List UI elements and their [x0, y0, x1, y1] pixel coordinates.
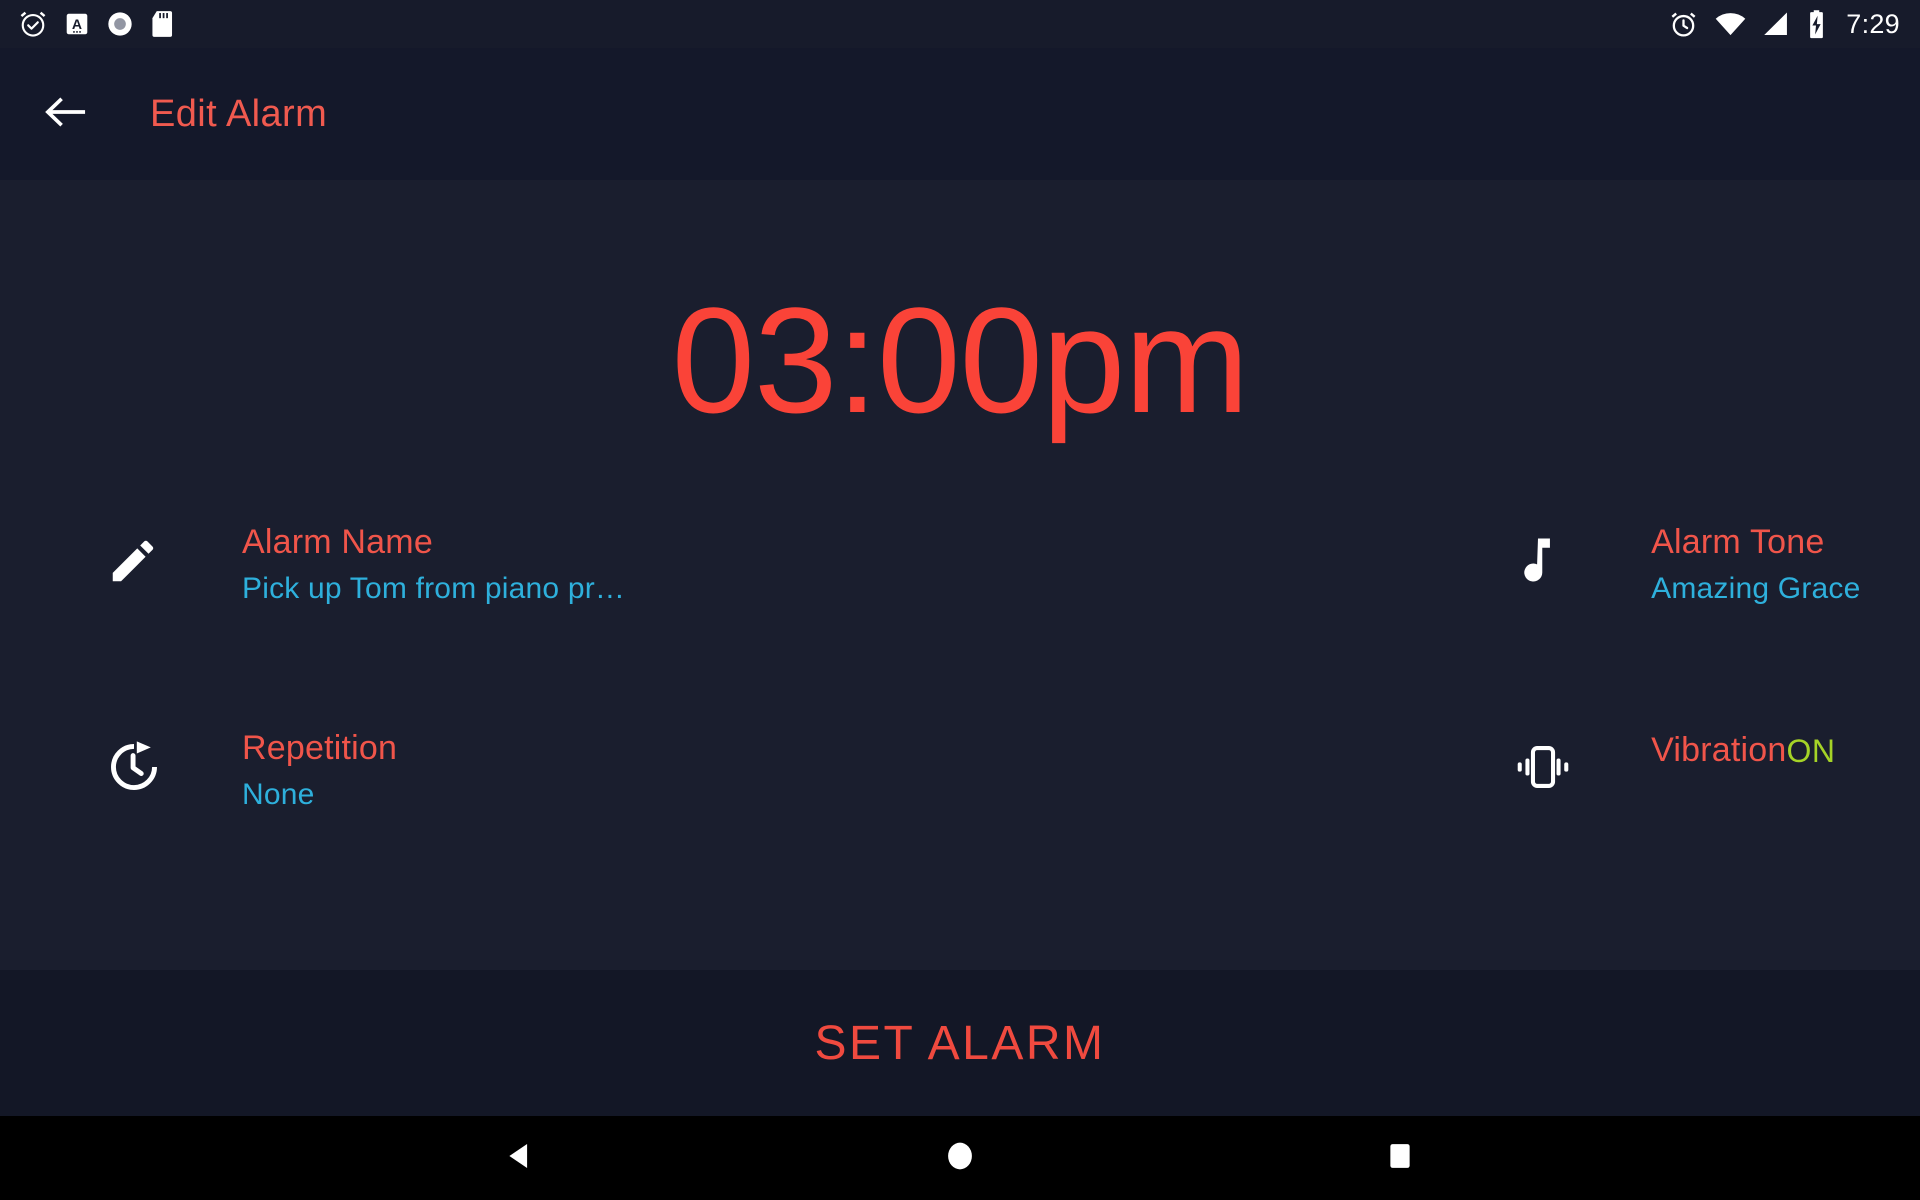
music-note-icon — [1515, 529, 1571, 593]
vibration-icon — [1515, 735, 1571, 799]
repeat-clock-icon — [106, 735, 162, 799]
status-bar-left-icons: A — [18, 9, 190, 39]
alarm-icon — [1669, 10, 1698, 39]
triangle-back-icon — [503, 1139, 537, 1178]
vibration-state-badge[interactable]: ON — [1787, 733, 1836, 770]
option-title: Vibration — [1651, 730, 1787, 769]
option-title: Alarm Tone — [1651, 523, 1825, 561]
option-title: Alarm Name — [242, 523, 433, 561]
option-value: Amazing Grace — [1651, 572, 1861, 606]
svg-text:A: A — [72, 16, 82, 32]
edit-alarm-screen: A 7:29 Edit Alarm 03:00pm Alarm Name Pic… — [0, 0, 1920, 1200]
nav-back-button[interactable] — [485, 1123, 555, 1193]
option-row-alarm-tone[interactable]: Alarm Tone Amazing Grace — [625, 507, 1920, 623]
toolbar: Edit Alarm — [0, 48, 1920, 180]
set-alarm-label: SET ALARM — [814, 1016, 1106, 1070]
option-value: Pick up Tom from piano pr… — [242, 572, 626, 606]
option-text-repetition: Repetition None — [242, 729, 625, 813]
sd-card-icon — [150, 10, 174, 38]
battery-charging-icon — [1807, 9, 1826, 39]
wifi-icon — [1715, 11, 1746, 37]
nav-home-button[interactable] — [925, 1123, 995, 1193]
arrow-left-icon — [44, 94, 88, 135]
status-bar-clock: 7:29 — [1846, 8, 1900, 39]
content-area: 03:00pm Alarm Name Pick up Tom from pian… — [0, 180, 1920, 970]
system-navigation-bar — [0, 1116, 1920, 1200]
circle-home-icon — [943, 1139, 977, 1178]
option-row-repetition[interactable]: Repetition None — [0, 713, 625, 829]
option-text-vibration: Vibration ON — [1651, 729, 1920, 770]
page-title: Edit Alarm — [150, 92, 328, 135]
back-button[interactable] — [38, 86, 94, 142]
nav-recents-button[interactable] — [1365, 1123, 1435, 1193]
set-alarm-button[interactable]: SET ALARM — [0, 970, 1920, 1116]
option-text-alarm-tone: Alarm Tone Amazing Grace — [1651, 523, 1920, 607]
alarm-time-display[interactable]: 03:00pm — [0, 285, 1920, 435]
alarm-set-icon — [18, 9, 48, 39]
option-title: Repetition — [242, 728, 398, 767]
cellular-signal-icon — [1763, 11, 1790, 37]
option-row-alarm-name[interactable]: Alarm Name Pick up Tom from piano pr… — [0, 507, 625, 623]
keyboard-icon: A — [64, 11, 90, 37]
alarm-options-grid: Alarm Name Pick up Tom from piano pr… Al… — [0, 507, 1920, 828]
option-value: None — [242, 777, 315, 811]
pencil-icon — [106, 529, 162, 593]
option-row-vibration[interactable]: Vibration ON — [625, 713, 1920, 829]
record-circle-icon — [106, 10, 134, 38]
square-recents-icon — [1383, 1139, 1417, 1178]
status-bar-right-icons: 7:29 — [1652, 9, 1900, 40]
status-bar: A 7:29 — [0, 0, 1920, 48]
option-text-alarm-name: Alarm Name Pick up Tom from piano pr… — [242, 523, 625, 607]
